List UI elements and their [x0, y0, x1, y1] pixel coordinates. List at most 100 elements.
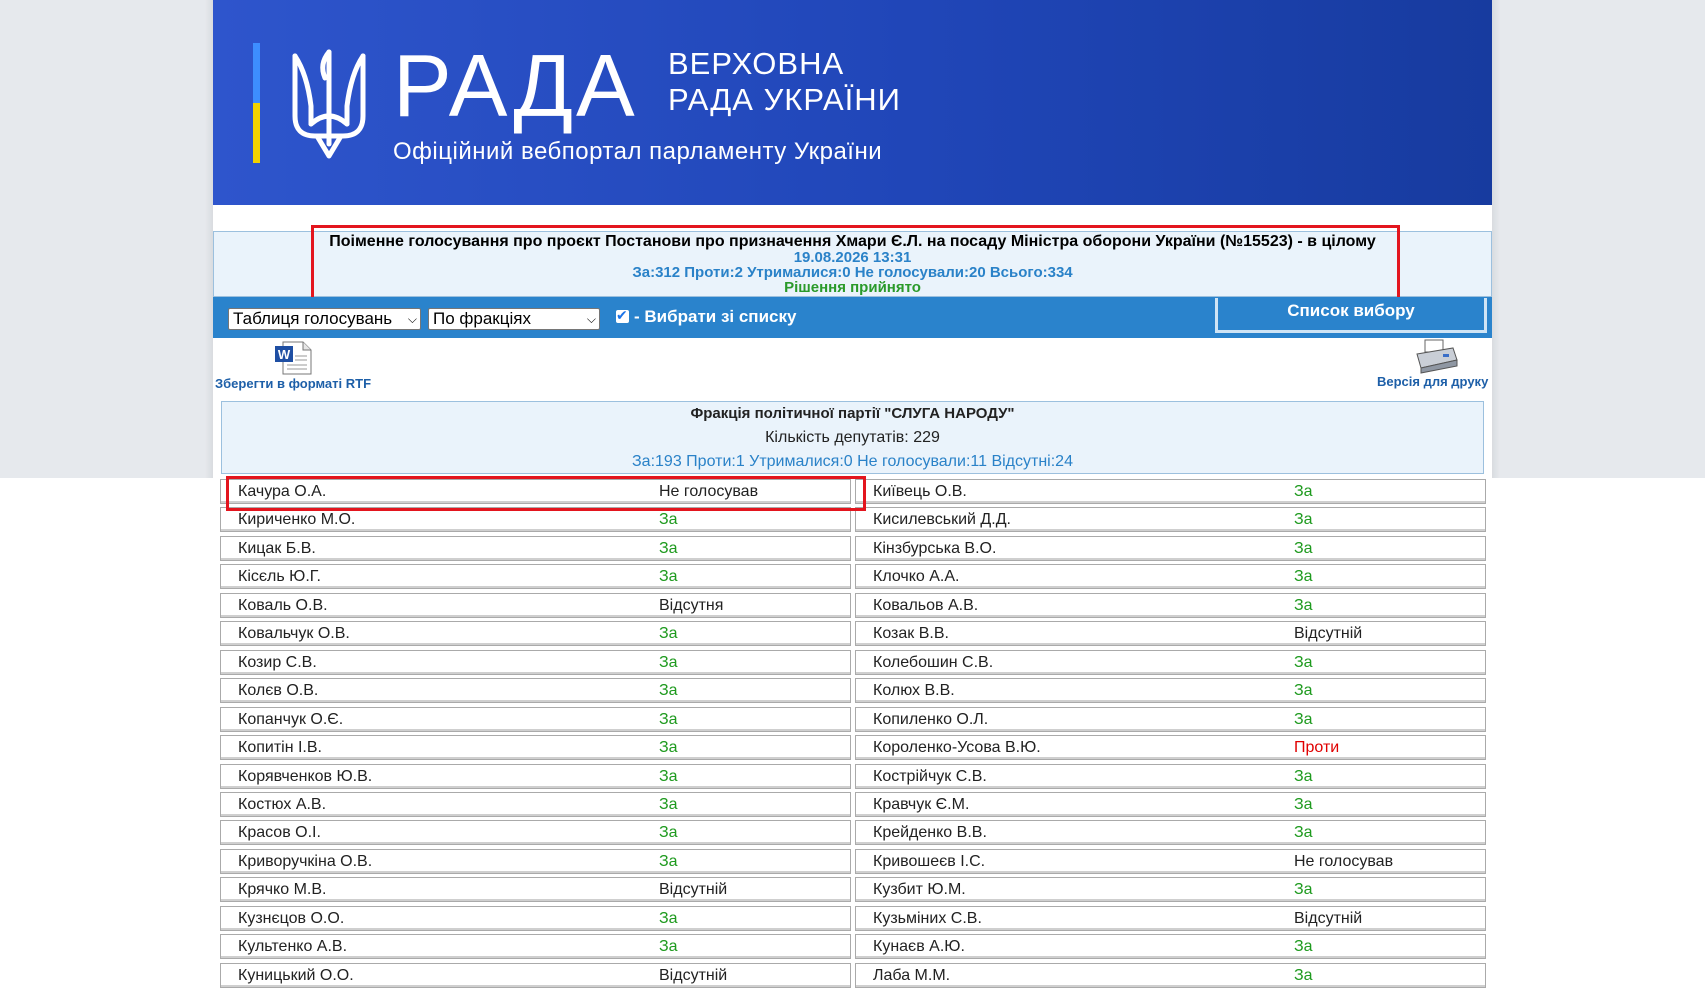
deputy-name: Копитін І.В. — [238, 739, 322, 757]
deputy-vote: За — [1294, 795, 1313, 813]
deputy-vote: За — [1294, 966, 1313, 984]
logo-caption: ВЕРХОВНА РАДА УКРАЇНИ — [668, 46, 901, 118]
table-row: Кузбит Ю.М. За — [855, 877, 1486, 903]
table-row: Корявченков Ю.В. За — [220, 763, 851, 789]
deputy-vote: Не голосував — [659, 483, 759, 500]
deputy-vote: За — [1294, 682, 1313, 700]
table-row: Красов О.І. За — [220, 820, 851, 846]
table-row: Кривошеєв І.С. Не голосував — [855, 848, 1486, 874]
deputy-vote: За — [659, 824, 678, 842]
select-from-list-checkbox[interactable] — [616, 305, 629, 325]
group-select[interactable]: По фракціях ⌵ — [428, 308, 600, 330]
table-row: Козак В.В. Відсутній — [855, 621, 1486, 647]
deputy-name: Качура О.А. — [238, 483, 327, 500]
deputy-vote: За — [659, 539, 678, 557]
page-container: РАДА ВЕРХОВНА РАДА УКРАЇНИ Офіційний веб… — [213, 0, 1492, 990]
deputy-vote: За — [659, 795, 678, 813]
table-row: Ковальов А.В. За — [855, 592, 1486, 618]
table-row: Кицак Б.В. За — [220, 535, 851, 561]
deputy-vote: За — [1294, 938, 1313, 956]
page-shadow-right — [1492, 0, 1500, 478]
deputy-vote: За — [1294, 710, 1313, 728]
deputy-name: Кузьміних С.В. — [873, 909, 982, 927]
deputy-name: Кисилевський Д.Д. — [873, 511, 1011, 529]
deputy-vote: За — [659, 739, 678, 757]
deputy-vote: За — [1294, 539, 1313, 557]
table-row: Кінзбурська В.О. За — [855, 535, 1486, 561]
table-row: Копиленко О.Л. За — [855, 706, 1486, 732]
deputy-name: Козир С.В. — [238, 653, 317, 671]
deputy-name: Кузбит Ю.М. — [873, 881, 966, 899]
deputy-vote: За — [659, 909, 678, 927]
table-row: Короленко-Усова В.Ю. Проти — [855, 735, 1486, 761]
deputy-vote: Відсутній — [659, 881, 728, 899]
table-row: Київець О.В. За — [855, 479, 1486, 504]
deputy-name: Криворучкіна О.В. — [238, 852, 373, 870]
deputy-name: Короленко-Усова В.Ю. — [873, 739, 1041, 757]
flag-bar — [253, 43, 260, 163]
table-row: Колюх В.В. За — [855, 678, 1486, 704]
selection-list-button[interactable]: Список вибору — [1215, 298, 1487, 333]
deputy-vote: За — [659, 625, 678, 643]
deputy-vote: Не голосував — [1294, 852, 1394, 870]
view-select[interactable]: Таблиця голосувань ⌵ — [228, 308, 421, 330]
table-row: Копитін І.В. За — [220, 735, 851, 761]
deputy-vote: За — [1294, 568, 1313, 586]
print-version-link[interactable]: Версія для друку — [1377, 374, 1488, 389]
table-row: Кострійчук С.В. За — [855, 763, 1486, 789]
deputy-name: Красов О.І. — [238, 824, 321, 842]
table-row: Качура О.А. Не голосував — [220, 479, 851, 504]
deputy-vote: За — [659, 653, 678, 671]
deputy-vote: Проти — [1294, 739, 1340, 757]
printer-icon[interactable] — [1413, 338, 1459, 374]
table-row: Кузнєцов О.О. За — [220, 905, 851, 931]
table-row: Кравчук Є.М. За — [855, 791, 1486, 817]
svg-text:W: W — [278, 347, 291, 362]
deputy-vote: Відсутня — [659, 596, 724, 614]
save-rtf-label: Зберегти в форматі RTF — [215, 376, 372, 391]
deputy-name: Кострійчук С.В. — [873, 767, 987, 785]
table-row: Ковальчук О.В. За — [220, 621, 851, 647]
table-row: Коваль О.В. Відсутня — [220, 592, 851, 618]
deputy-name: Ковальчук О.В. — [238, 625, 350, 643]
deputy-name: Крячко М.В. — [238, 881, 327, 899]
deputy-vote: За — [659, 511, 678, 529]
deputy-name: Кравчук Є.М. — [873, 795, 970, 813]
table-row: Костюх А.В. За — [220, 791, 851, 817]
chevron-down-icon: ⌵ — [586, 312, 596, 326]
select-from-list-toggle[interactable]: - Вибрати зі списку — [616, 305, 796, 327]
deputy-name: Костюх А.В. — [238, 795, 327, 813]
table-row: Кириченко М.О. За — [220, 507, 851, 533]
deputy-vote: За — [659, 568, 678, 586]
deputy-name: Лаба М.М. — [873, 966, 951, 984]
table-row: Козир С.В. За — [220, 649, 851, 675]
table-row: Кунаєв А.Ю. За — [855, 934, 1486, 960]
deputy-vote: За — [659, 682, 678, 700]
deputy-vote: Відсутній — [1294, 625, 1363, 643]
table-row: Куницький О.О. Відсутній — [220, 962, 851, 988]
vote-summary: Поіменне голосування про проєкт Постанов… — [213, 231, 1492, 297]
logo-caption-line2: РАДА УКРАЇНИ — [668, 82, 901, 117]
deputy-name: Кузнєцов О.О. — [238, 909, 345, 927]
table-row: Клочко А.А. За — [855, 564, 1486, 590]
deputy-vote: За — [1294, 596, 1313, 614]
deputy-name: Культенко А.В. — [238, 938, 348, 956]
deputy-name: Кунаєв А.Ю. — [873, 938, 965, 956]
site-banner[interactable]: РАДА ВЕРХОВНА РАДА УКРАЇНИ Офіційний веб… — [213, 0, 1492, 205]
deputy-name: Крейденко В.В. — [873, 824, 987, 842]
deputy-name: Козак В.В. — [873, 625, 949, 643]
deputy-name: Куницький О.О. — [238, 966, 354, 984]
deputy-vote: За — [659, 767, 678, 785]
deputy-name: Коваль О.В. — [238, 596, 328, 614]
table-row: Крячко М.В. Відсутній — [220, 877, 851, 903]
deputy-vote: За — [659, 852, 678, 870]
deputy-name: Копанчук О.Є. — [238, 710, 344, 728]
deputy-vote: За — [659, 710, 678, 728]
deputy-name: Колєв О.В. — [238, 682, 319, 700]
deputy-name: Кицак Б.В. — [238, 539, 316, 557]
toolbar: Таблиця голосувань ⌵ По фракціях ⌵ - Виб… — [213, 297, 1492, 338]
table-row: Криворучкіна О.В. За — [220, 848, 851, 874]
deputy-name: Кінзбурська В.О. — [873, 539, 997, 557]
trident-icon — [292, 49, 366, 159]
logo-caption-line1: ВЕРХОВНА — [668, 46, 845, 81]
